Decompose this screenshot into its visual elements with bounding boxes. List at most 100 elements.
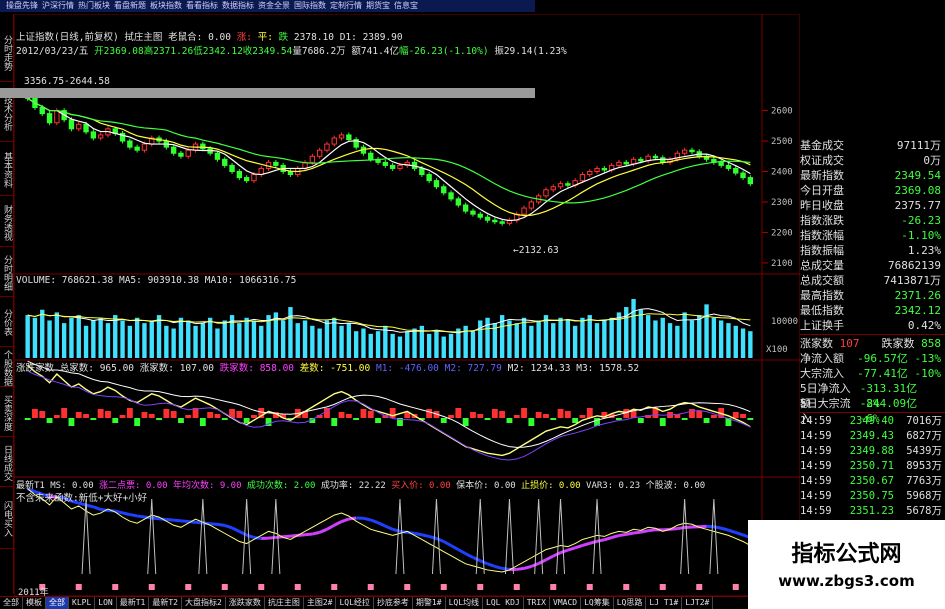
volume-bar: [244, 317, 249, 358]
advance-decline-bar: [97, 409, 104, 418]
bottom-tab[interactable]: LQL KDJ: [483, 597, 524, 609]
top-menu-item[interactable]: 国际指数: [294, 0, 326, 12]
candle-body: [550, 186, 556, 191]
advance-decline-bar: [470, 412, 476, 418]
bottom-tab[interactable]: 模板: [23, 597, 46, 609]
left-vertical-tabs: 分时走势 技术分析 基本资料 财务透视 分时明细 分价表 个股数据 买卖深度 日线成交 闪电买入: [0, 14, 14, 594]
volume-bar: [324, 320, 330, 358]
advance-decline-bar: [740, 414, 746, 418]
top-menu-item[interactable]: 看看指标: [186, 0, 218, 12]
quote-row: 最高指数 2371.26: [800, 289, 941, 302]
volume-bar: [478, 320, 483, 358]
candle-body: [368, 152, 374, 160]
price-tick-label: 2500: [771, 137, 793, 147]
advance-decline-bar: [53, 415, 60, 418]
volume-bar: [332, 317, 337, 358]
advance-decline-bar: [491, 409, 498, 418]
indicator-trend-segment: [217, 522, 225, 527]
bottom-tab[interactable]: LQ思路: [614, 597, 647, 609]
bottom-tab[interactable]: 最新T1: [117, 597, 150, 609]
left-tab[interactable]: 分价表: [0, 299, 14, 347]
advance-decline-bar: [703, 418, 710, 423]
top-menu-item[interactable]: 信息宝: [394, 0, 418, 12]
advance-decline-bar: [637, 418, 644, 423]
volume-bar: [645, 315, 651, 358]
quote-row: 总成交额 7413871万: [800, 274, 941, 287]
top-menu-item[interactable]: 数据指标: [222, 0, 254, 12]
bottom-tab[interactable]: 涨跌家数: [226, 597, 265, 609]
volume-bar: [368, 333, 373, 358]
top-menu-item[interactable]: 定制行情: [330, 0, 362, 12]
volume-bar: [105, 323, 111, 358]
indicator-trend-segment: [312, 530, 320, 536]
left-tab[interactable]: 财务透视: [0, 199, 14, 247]
bottom-tab[interactable]: LJ T1#: [646, 597, 683, 609]
indicator-trend-segment: [450, 544, 460, 551]
bottom-tab[interactable]: 全部: [0, 597, 23, 609]
bottom-tab[interactable]: TRIX: [524, 597, 550, 609]
watermark-box: 指标公式网 www.zbgs3.com: [748, 520, 945, 609]
left-tab[interactable]: 分时走势: [0, 24, 14, 82]
signal-spike: [81, 498, 91, 575]
candle-body: [601, 167, 608, 171]
candle-body: [324, 143, 330, 151]
candle-body: [521, 207, 527, 215]
left-tab[interactable]: 日线成交: [0, 439, 14, 487]
volume-bar: [565, 320, 571, 358]
price-header-line2: 2012/03/23/五 开2369.08高2371.26低2342.12收23…: [16, 46, 567, 57]
candle-body: [222, 158, 228, 166]
indicator-trend-segment: [727, 528, 737, 534]
signal-spike: [395, 498, 405, 575]
bottom-tab[interactable]: 最新T2: [149, 597, 182, 609]
bottom-tab[interactable]: KLPL: [69, 597, 96, 609]
top-menu-item[interactable]: 热门板块: [78, 0, 110, 12]
advance-decline-bar: [39, 411, 46, 418]
advance-decline-bar: [207, 412, 214, 418]
advance-decline-bar: [528, 418, 535, 426]
top-menu-item[interactable]: 看盘新题: [114, 0, 146, 12]
bottom-tab[interactable]: LQL经拉: [336, 597, 374, 609]
bottom-tab[interactable]: LQL均线: [446, 597, 484, 609]
indicator-trend-segment: [180, 519, 189, 524]
signal-marker: [696, 584, 703, 590]
volume-bar: [448, 333, 454, 358]
candle-body: [243, 177, 250, 182]
left-tab[interactable]: 基本资料: [0, 144, 14, 196]
bottom-tab[interactable]: 抄底参考: [374, 597, 413, 609]
bottom-tab[interactable]: LJT2#: [682, 597, 714, 609]
volume-bar: [485, 317, 490, 358]
watermark-title: 指标公式网: [791, 542, 902, 567]
bottom-tab[interactable]: 全部: [46, 597, 69, 609]
candle-body: [97, 134, 104, 139]
tick-row: 14:59 2350.75 5968万: [800, 490, 942, 502]
bottom-tab[interactable]: 抗庄主图: [265, 597, 304, 609]
advance-decline-bar: [710, 415, 717, 418]
left-tab[interactable]: 分时明细: [0, 249, 14, 297]
top-menu-item[interactable]: 沪深行情: [42, 0, 74, 12]
indicator-trend-segment: [494, 564, 503, 570]
candle-body: [689, 149, 695, 153]
bottom-tab[interactable]: 主图2#: [304, 597, 337, 609]
candle-body: [214, 152, 221, 160]
signal-marker: [112, 584, 119, 590]
bottom-tab[interactable]: 大盘指标2: [182, 597, 226, 609]
volume-bar: [580, 317, 585, 358]
volume-tick-label: 10000: [771, 317, 798, 327]
top-menu-item[interactable]: 资金全景: [258, 0, 290, 12]
advance-decline-bar: [345, 414, 352, 418]
top-menu-item[interactable]: 板块指数: [150, 0, 182, 12]
bottom-tab[interactable]: 期警1#: [413, 597, 446, 609]
left-tab[interactable]: 个股数据: [0, 349, 14, 387]
candle-body: [346, 134, 352, 141]
left-tab[interactable]: 买卖深度: [0, 389, 14, 437]
top-menu-item[interactable]: 期货宝: [366, 0, 390, 12]
tick-row: 14:59 2349.40 7016万: [800, 415, 942, 427]
bottom-tab[interactable]: LON: [95, 597, 117, 609]
top-menu-item[interactable]: 操盘先锋: [6, 0, 38, 12]
bottom-tab[interactable]: VMACD: [550, 597, 582, 609]
candle-body: [441, 186, 447, 194]
advance-decline-bar: [360, 409, 367, 418]
left-tab[interactable]: 闪电买入: [0, 489, 14, 549]
bottom-tab[interactable]: LQ筹集: [581, 597, 614, 609]
candle-body: [579, 174, 586, 182]
